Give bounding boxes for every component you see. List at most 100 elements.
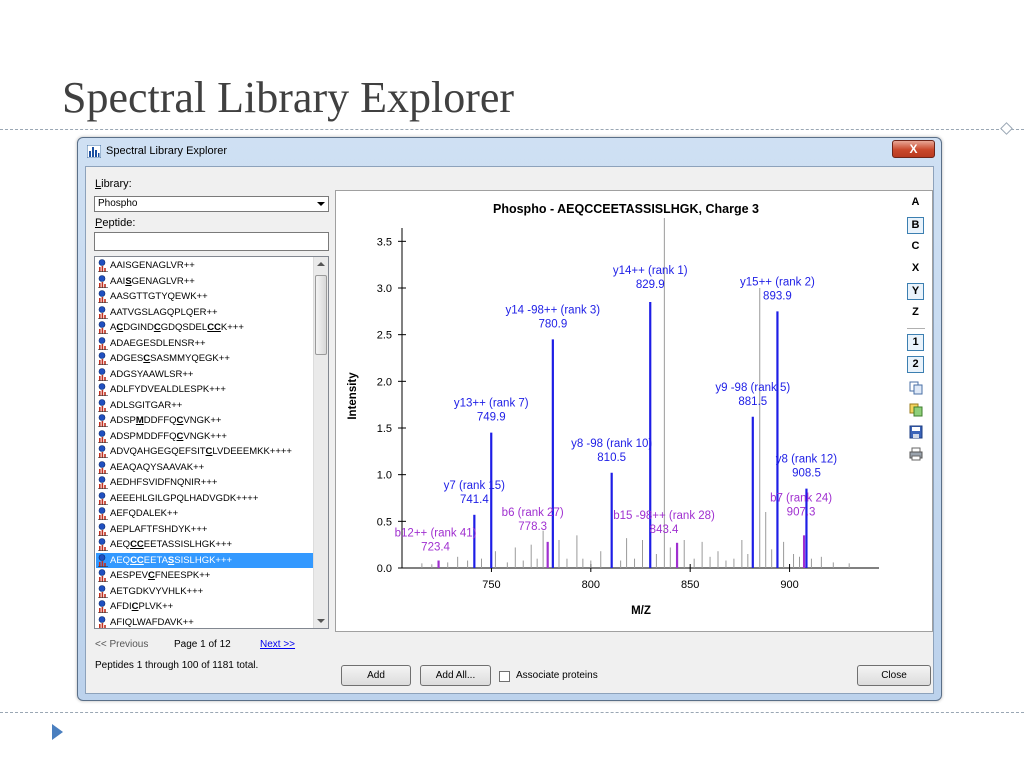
slide-title: Spectral Library Explorer [62, 73, 515, 122]
peptide-filter-input[interactable] [94, 232, 329, 251]
peak-annotation: y14++ (rank 1) [613, 265, 688, 277]
modified-residue: CC [130, 539, 144, 550]
y-tick-label: 1.0 [377, 470, 392, 482]
peak-mz-annotation: 907.3 [787, 506, 816, 518]
peptide-spectrum-icon [98, 553, 108, 567]
window-titlebar[interactable]: Spectral Library Explorer X [78, 138, 941, 165]
y-axis-label: Intensity [347, 372, 359, 420]
sequence-segment: ADVQAHGEGQEFSIT [110, 446, 206, 457]
next-page-link[interactable]: Next >> [260, 639, 295, 650]
spectrum-chart[interactable]: Phospho - AEQCCEETASSISLHGK, Charge 3 0.0… [336, 191, 934, 633]
peptide-sequence: AETGDKVYVHLK+++ [110, 584, 203, 599]
peak-annotation: y8 -98 (rank 10) [571, 438, 652, 450]
peptide-list-item[interactable]: ADLSGITGAR++ [96, 398, 314, 414]
peptide-spectrum-icon [98, 274, 108, 288]
sequence-segment: ADLFYDVEALDLESPK+++ [110, 384, 226, 395]
copy-data-icon[interactable] [909, 403, 923, 417]
sequence-segment: GDQSDEL [160, 322, 208, 333]
peptide-sequence: AFDICPLVK++ [110, 599, 173, 614]
previous-page-link[interactable]: << Previous [95, 639, 148, 650]
close-button-label: Close [881, 670, 907, 681]
peptide-list-item[interactable]: AAISGENAGLVR++ [96, 258, 314, 274]
peptide-list-item[interactable]: AEAQAQYSAAVAK++ [96, 460, 314, 476]
peptide-spectrum-icon [98, 336, 108, 350]
peak-mz-annotation: 843.4 [650, 524, 679, 536]
peptide-list-item[interactable]: AETGDKVYVHLK+++ [96, 584, 314, 600]
peptide-list-item[interactable]: ADVQAHGEGQEFSITCLVDEEEMKK++++ [96, 444, 314, 460]
peptide-list-item[interactable]: AEFQDALEK++ [96, 506, 314, 522]
window-client-area: Library: Phospho Peptide: AFIQLWAFDAVK++… [85, 166, 934, 694]
peptide-list-item[interactable]: ADSPMDDFFQCVNGK++ [96, 413, 314, 429]
sequence-segment: AAI [110, 275, 126, 287]
y-tick-label: 3.0 [377, 283, 392, 295]
sequence-segment: EETA [143, 554, 168, 566]
peptide-list[interactable]: AFIQLWAFDAVK++ AFDICPLVK++ AETGDKVYVHLK+++… [94, 256, 329, 629]
peptide-list-item[interactable]: AESPEVCFNEESPK++ [96, 568, 314, 584]
scroll-up-arrow-icon[interactable] [317, 262, 325, 266]
peptide-sequence: AAISGENAGLVR++ [110, 274, 195, 289]
sequence-segment: PLVK++ [138, 601, 174, 612]
peptide-list-item[interactable]: AEEEHLGILGPQLHADVGDK++++ [96, 491, 314, 507]
sequence-segment: AESPEV [110, 570, 149, 581]
save-icon[interactable] [909, 425, 923, 439]
spectrum-graph-pane[interactable]: Phospho - AEQCCEETASSISLHGK, Charge 3 0.0… [335, 190, 933, 632]
add-button[interactable]: Add [341, 665, 411, 686]
peptide-sequence: AFIQLWAFDAVK++ [110, 615, 194, 629]
close-button[interactable]: Close [857, 665, 931, 686]
peptide-list-item[interactable]: ADSPMDDFFQCVNGK+++ [96, 429, 314, 445]
associate-proteins-label[interactable]: Associate proteins [516, 670, 598, 681]
window-close-button[interactable]: X [892, 140, 935, 158]
library-select[interactable]: Phospho [94, 196, 329, 212]
peptide-list-item[interactable]: ACDGINDCGDQSDELCCK+++ [96, 320, 314, 336]
sequence-segment: AEDHFSVIDFNQNIR+++ [110, 477, 218, 488]
peak-annotation: b6 (rank 27) [502, 507, 564, 519]
peptide-spectrum-icon [98, 414, 108, 427]
toolbar-separator [907, 328, 925, 329]
modified-residue: C [148, 570, 155, 581]
peak-annotation: y7 (rank 15) [444, 480, 506, 492]
peptide-label: Peptide: [95, 217, 135, 229]
peptide-list-item[interactable]: AAISGENAGLVR++ [96, 274, 314, 290]
x-axis-label: M/Z [631, 605, 651, 617]
peptide-list-item[interactable]: AATVGSLAGQPLQER++ [96, 305, 314, 321]
peptide-list-item[interactable]: ADLFYDVEALDLESPK+++ [96, 382, 314, 398]
print-icon[interactable] [909, 447, 923, 461]
associate-proteins-checkbox[interactable] [499, 671, 510, 682]
ion-type-a-toggle[interactable]: A [907, 195, 924, 212]
peak-mz-annotation: 810.5 [597, 452, 626, 464]
peptide-sequence: AEFQDALEK++ [110, 506, 178, 521]
peptide-list-item[interactable]: AFDICPLVK++ [96, 599, 314, 615]
ion-type-z-toggle[interactable]: Z [907, 305, 924, 322]
charge-2-toggle[interactable]: 2 [907, 356, 924, 373]
peptide-list-item[interactable]: AASGTTGTYQEWK++ [96, 289, 314, 305]
peptide-list-item[interactable]: AEQCCEETASSISLHGK+++ [96, 537, 314, 553]
y-tick-label: 2.5 [377, 330, 392, 342]
scroll-down-arrow-icon[interactable] [317, 619, 325, 623]
peak-mz-annotation: 778.3 [518, 521, 547, 533]
sequence-segment: AEQ [110, 554, 131, 566]
peptide-spectrum-icon [98, 367, 108, 381]
add-all-button[interactable]: Add All... [420, 665, 491, 686]
scrollbar-thumb[interactable] [315, 275, 327, 355]
add-all-button-label: Add All... [435, 670, 476, 681]
peptide-spectrum-icon [98, 507, 108, 520]
peak-annotation: b7 (rank 24) [770, 492, 832, 504]
y-tick-label: 2.0 [377, 376, 392, 388]
peptide-list-item[interactable]: ADGSYAAWLSR++ [96, 367, 314, 383]
peptide-list-item[interactable]: AFIQLWAFDAVK++ [96, 615, 314, 629]
peptide-list-item[interactable]: AEDHFSVIDFNQNIR+++ [96, 475, 314, 491]
peptide-list-item[interactable]: AEPLAFTFSHDYK+++ [96, 522, 314, 538]
ion-type-b-toggle[interactable]: B [907, 217, 924, 234]
peptide-spectrum-icon [98, 445, 108, 458]
peptide-spectrum-icon [98, 460, 108, 474]
ion-type-x-toggle[interactable]: X [907, 261, 924, 278]
ion-type-y-toggle[interactable]: Y [907, 283, 924, 300]
charge-1-toggle[interactable]: 1 [907, 334, 924, 351]
peptide-list-item[interactable]: AEQCCEETASSISLHGK+++ [96, 552, 314, 568]
sequence-segment: AEAQAQYSAAVAK++ [110, 461, 205, 473]
ion-type-c-toggle[interactable]: C [907, 239, 924, 256]
peptide-list-item[interactable]: ADGESCSASMMYQEGK++ [96, 351, 314, 367]
peptide-list-item[interactable]: ADAEGESDLENSR++ [96, 336, 314, 352]
copy-icon[interactable] [909, 381, 923, 395]
peptide-list-scrollbar[interactable] [313, 257, 328, 628]
